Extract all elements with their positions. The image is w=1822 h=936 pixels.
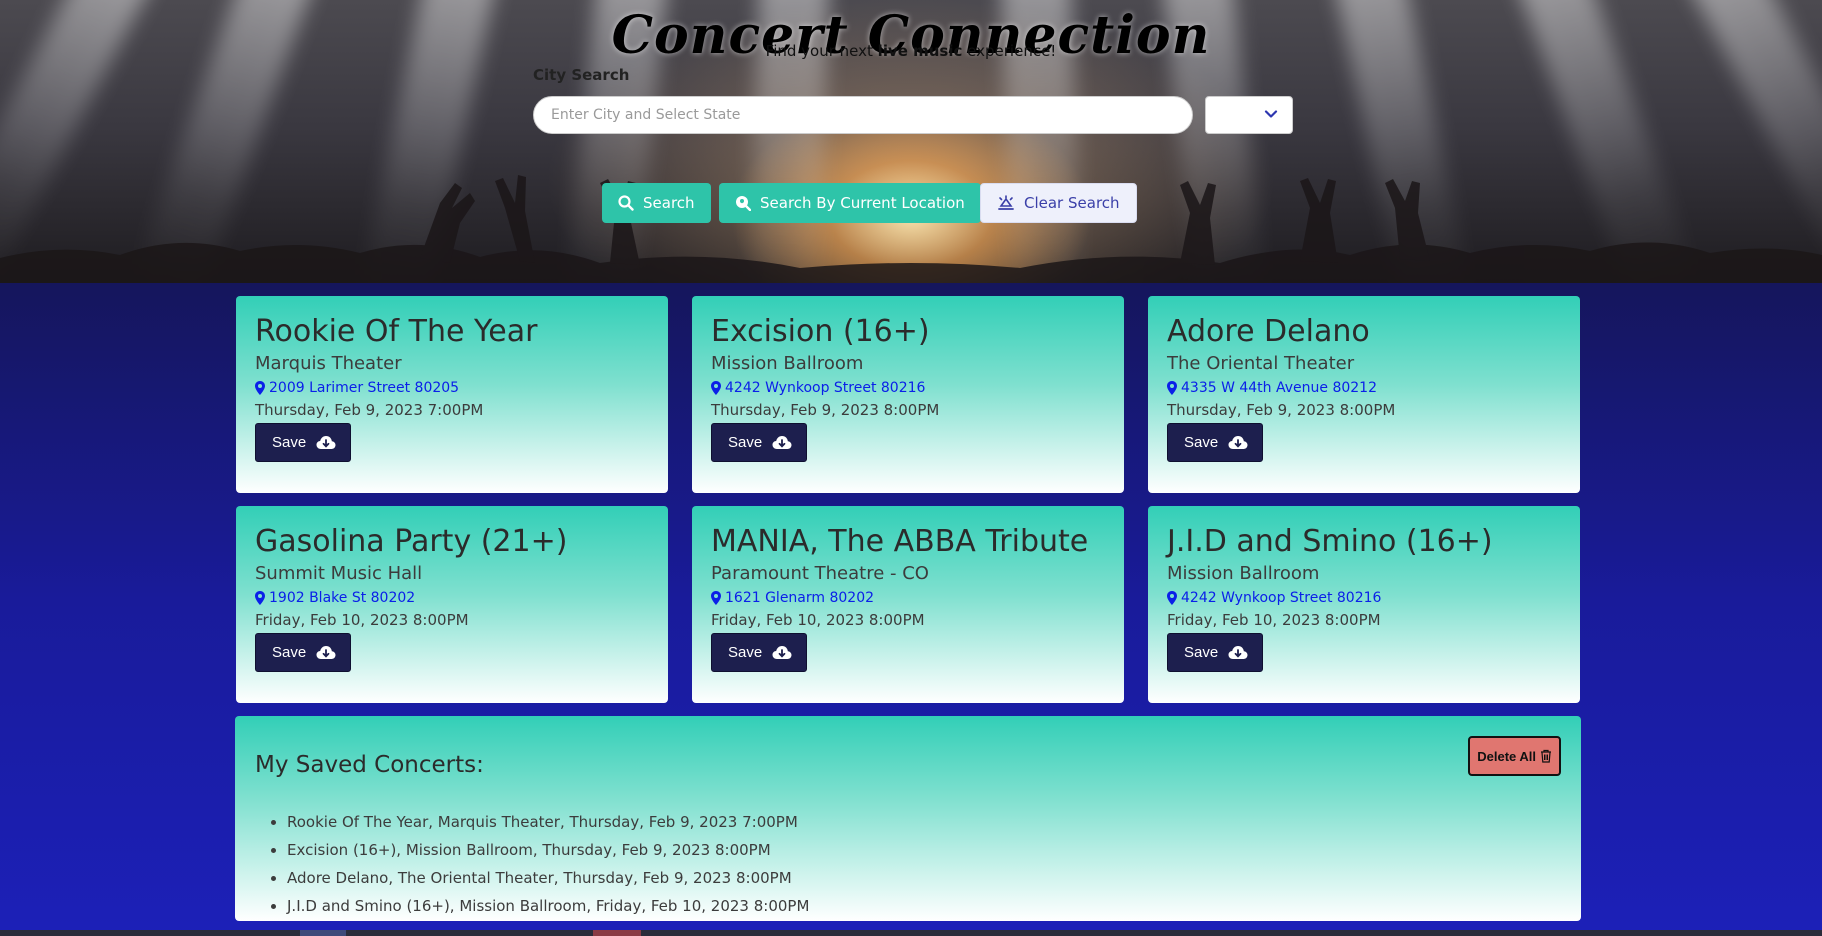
hero-banner: Concert Connection Find your next live m… [0,0,1822,283]
save-concert-button[interactable]: Save [255,633,352,672]
concert-card: Gasolina Party (21+) Summit Music Hall 1… [236,506,668,703]
concert-address: 4242 Wynkoop Street 80216 [1181,590,1382,606]
bottom-edge-segment [593,930,641,936]
cloud-download-icon [1228,435,1248,449]
city-search-label: City Search [533,66,630,84]
concert-address-link[interactable]: 1621 Glenarm 80202 [711,590,1105,606]
concert-title: Adore Delano [1167,314,1370,349]
search-by-location-label: Search By Current Location [760,194,965,212]
save-concert-button[interactable]: Save [711,633,808,672]
tagline-emphasis: live music [877,42,963,60]
trash-icon [1541,749,1551,763]
concert-card: Rookie Of The Year Marquis Theater 2009 … [236,296,668,493]
concert-venue: Summit Music Hall [255,563,423,584]
map-pin-icon [255,591,265,605]
concert-title: Excision (16+) [711,314,930,349]
map-pin-icon [1167,381,1177,395]
concert-venue: Marquis Theater [255,353,402,374]
concert-title: MANIA, The ABBA Tribute [711,524,1089,559]
cloud-download-icon [772,645,792,659]
cloud-download-icon [316,435,336,449]
save-concert-button[interactable]: Save [711,423,808,462]
save-concert-button[interactable]: Save [1167,633,1264,672]
saved-concert-item: Rookie Of The Year, Marquis Theater, Thu… [287,808,1561,836]
concert-venue: The Oriental Theater [1167,353,1355,374]
concert-title: Rookie Of The Year [255,314,538,349]
save-label: Save [272,644,307,661]
cloud-download-icon [772,435,792,449]
save-concert-button[interactable]: Save [255,423,352,462]
saved-concert-item: Adore Delano, The Oriental Theater, Thur… [287,864,1561,892]
concert-date: Thursday, Feb 9, 2023 8:00PM [1167,401,1396,419]
search-icon [618,195,634,211]
concert-venue: Mission Ballroom [711,353,864,374]
save-label: Save [728,644,763,661]
location-search-icon [736,196,751,211]
tagline-suffix: experience! [962,42,1057,60]
cloud-download-icon [316,645,336,659]
concert-date: Friday, Feb 10, 2023 8:00PM [711,611,925,629]
concert-date: Thursday, Feb 9, 2023 7:00PM [255,401,484,419]
saved-concert-item: Excision (16+), Mission Ballroom, Thursd… [287,836,1561,864]
chevron-down-icon [1264,110,1278,118]
concert-card: MANIA, The ABBA Tribute Paramount Theatr… [692,506,1124,703]
concert-address: 4335 W 44th Avenue 80212 [1181,380,1377,396]
concert-address-link[interactable]: 4242 Wynkoop Street 80216 [711,380,1105,396]
map-pin-icon [1167,591,1177,605]
clear-icon [998,195,1014,210]
concert-title: Gasolina Party (21+) [255,524,568,559]
concert-address: 1902 Blake St 80202 [269,590,416,606]
save-label: Save [272,434,307,451]
concert-title: J.I.D and Smino (16+) [1167,524,1493,559]
concert-address: 2009 Larimer Street 80205 [269,380,460,396]
delete-all-label: Delete All [1477,748,1536,764]
concert-address-link[interactable]: 1902 Blake St 80202 [255,590,649,606]
concert-address: 4242 Wynkoop Street 80216 [725,380,926,396]
map-pin-icon [711,381,721,395]
concert-date: Friday, Feb 10, 2023 8:00PM [1167,611,1381,629]
search-button[interactable]: Search [602,183,711,223]
concert-card: Adore Delano The Oriental Theater 4335 W… [1148,296,1580,493]
state-select[interactable] [1205,96,1293,134]
concert-venue: Mission Ballroom [1167,563,1320,584]
saved-concert-item: J.I.D and Smino (16+), Mission Ballroom,… [287,892,1561,920]
map-pin-icon [711,591,721,605]
concert-venue: Paramount Theatre - CO [711,563,929,584]
save-concert-button[interactable]: Save [1167,423,1264,462]
search-button-label: Search [643,194,695,212]
city-search-input[interactable] [533,96,1193,134]
concert-date: Thursday, Feb 9, 2023 8:00PM [711,401,940,419]
crowd-silhouette [0,175,1822,283]
concert-card: J.I.D and Smino (16+) Mission Ballroom 4… [1148,506,1580,703]
save-label: Save [1184,434,1219,451]
clear-search-label: Clear Search [1024,194,1120,212]
concert-address-link[interactable]: 4242 Wynkoop Street 80216 [1167,590,1561,606]
saved-concerts-list: Rookie Of The Year, Marquis Theater, Thu… [255,808,1561,920]
save-label: Save [1184,644,1219,661]
concert-address-link[interactable]: 4335 W 44th Avenue 80212 [1167,380,1561,396]
concert-address: 1621 Glenarm 80202 [725,590,875,606]
delete-all-button[interactable]: Delete All [1468,736,1561,776]
bottom-edge [0,930,1822,936]
save-label: Save [728,434,763,451]
map-pin-icon [255,381,265,395]
saved-concerts-panel: My Saved Concerts: Delete All Rookie Of … [235,716,1581,921]
tagline: Find your next live music experience! [0,42,1822,60]
cloud-download-icon [1228,645,1248,659]
concert-card: Excision (16+) Mission Ballroom 4242 Wyn… [692,296,1124,493]
clear-search-button[interactable]: Clear Search [980,183,1137,223]
search-by-location-button[interactable]: Search By Current Location [719,183,981,223]
concert-address-link[interactable]: 2009 Larimer Street 80205 [255,380,649,396]
concert-date: Friday, Feb 10, 2023 8:00PM [255,611,469,629]
tagline-prefix: Find your next [765,42,878,60]
saved-concerts-title: My Saved Concerts: [255,752,484,778]
bottom-edge-segment [300,930,346,936]
